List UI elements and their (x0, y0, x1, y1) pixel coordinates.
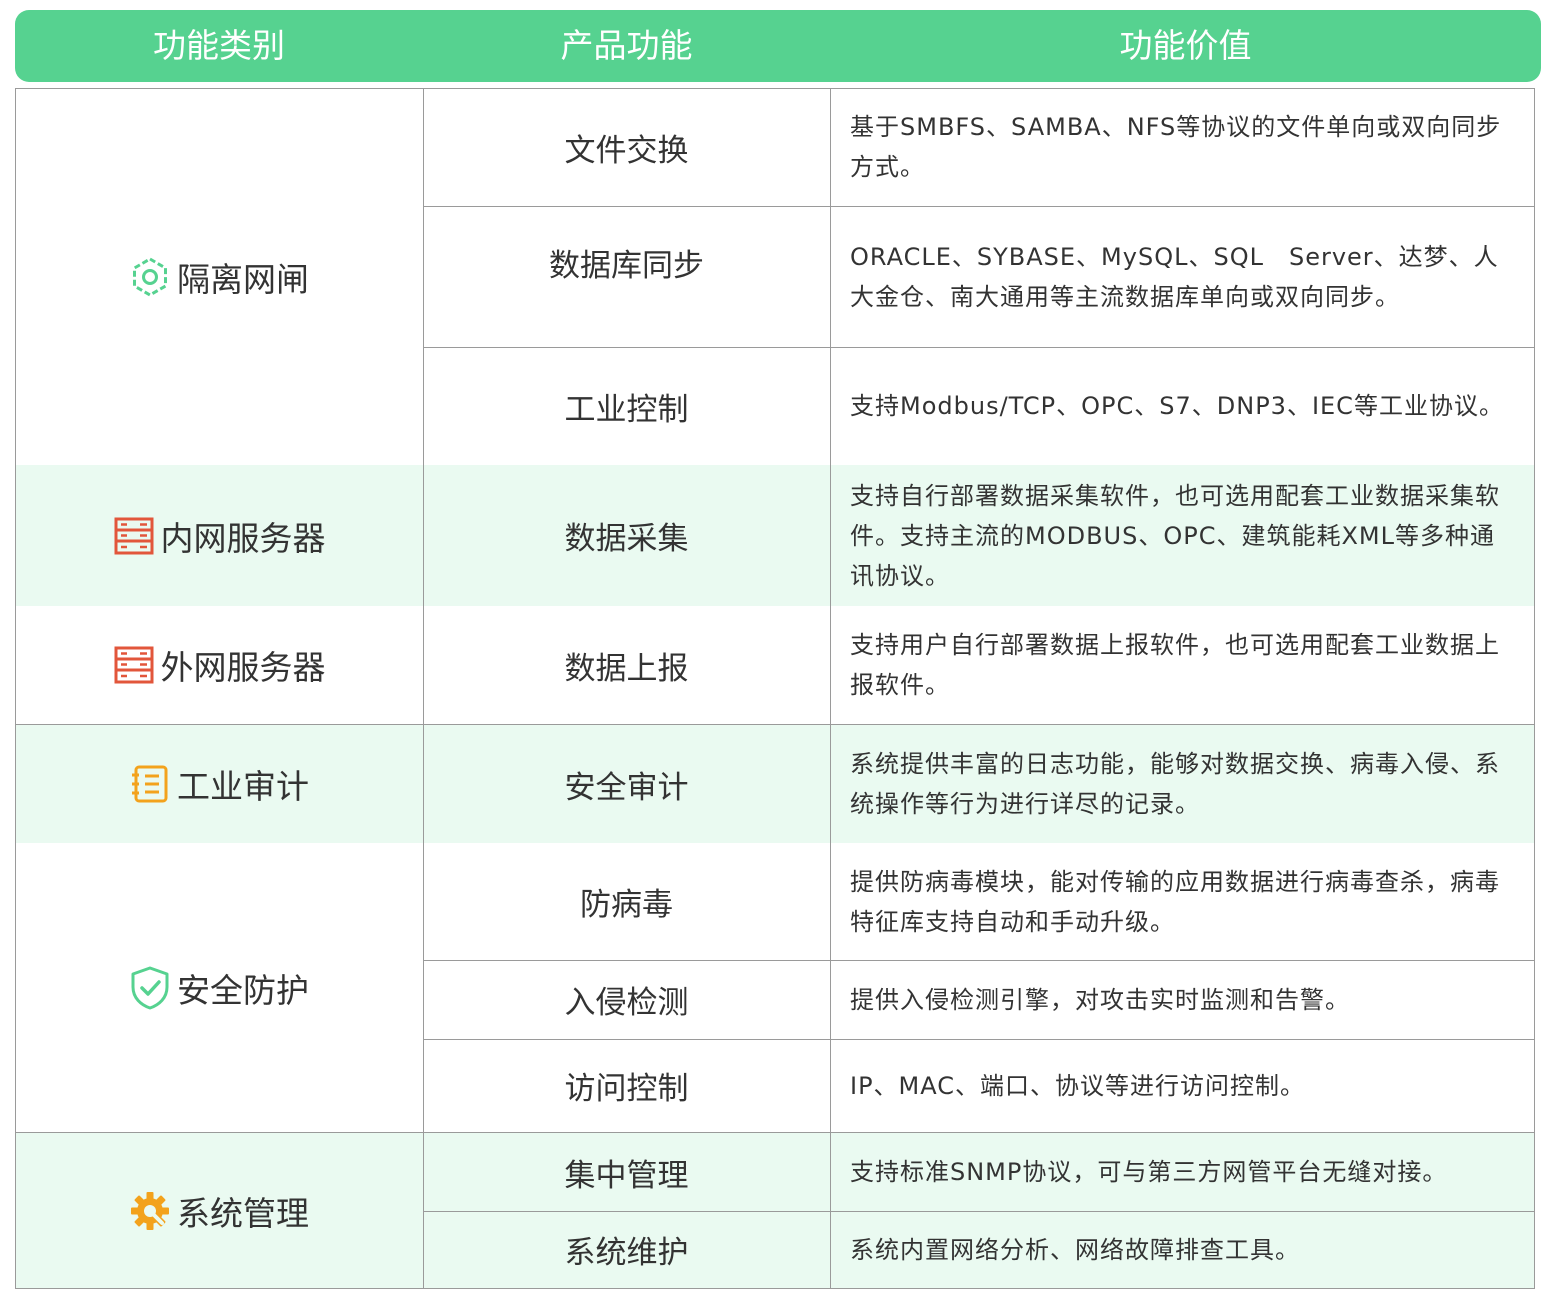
value-cell: 系统内置网络分析、网络故障排查工具。 (850, 1235, 1300, 1264)
audit-list-icon (129, 763, 171, 805)
feature-cell: 数据上报 (564, 650, 689, 687)
value-cell: 提供防病毒模块，能对传输的应用数据进行病毒查杀，病毒特征库支持自动和手动升级。 (850, 867, 1500, 936)
category-external-server: 外网服务器 (15, 606, 423, 724)
category-internal-server: 内网服务器 (15, 465, 423, 606)
value-cell: IP、MAC、端口、协议等进行访问控制。 (850, 1071, 1306, 1100)
gear-wrench-icon (129, 1190, 171, 1232)
category-label: 内网服务器 (160, 518, 326, 558)
category-gatekeeper: 隔离网闸 (15, 88, 423, 465)
category-label: 隔离网闸 (177, 259, 309, 299)
value-cell: 支持Modbus/TCP、OPC、S7、DNP3、IEC等工业协议。 (850, 392, 1504, 420)
value-cell: ORACLE、SYBASE、MySQL、SQL Server、达梦、人大金仓、南… (850, 242, 1499, 311)
header-value: 功能价值 (1119, 26, 1252, 65)
feature-cell: 系统维护 (564, 1235, 689, 1271)
category-security: 安全防护 (15, 843, 423, 1132)
header-category: 功能类别 (153, 26, 285, 65)
category-label: 系统管理 (177, 1193, 309, 1233)
value-cell: 系统提供丰富的日志功能，能够对数据交换、病毒入侵、系统操作等行为进行详尽的记录。 (850, 750, 1500, 818)
value-cell: 支持标准SNMP协议，可与第三方网管平台无缝对接。 (850, 1158, 1448, 1186)
feature-cell: 数据采集 (564, 521, 689, 557)
value-cell: 基于SMBFS、SAMBA、NFS等协议的文件单向或双向同步方式。 (850, 113, 1502, 181)
category-audit: 工业审计 (15, 725, 423, 843)
feature-cell: 集中管理 (564, 1157, 689, 1194)
feature-cell: 访问控制 (564, 1071, 689, 1107)
value-cell: 提供入侵检测引擎，对攻击实时监测和告警。 (850, 985, 1350, 1014)
feature-table: 隔离网闸 内网服务器 外网服务器 工业审计 安全防护 系统管理 文件交换 数据库… (15, 88, 1535, 1289)
hexagon-gear-icon (129, 256, 171, 298)
server-rack-icon (113, 644, 155, 686)
feature-cell: 数据库同步 (549, 248, 704, 284)
server-rack-icon (113, 515, 155, 557)
category-label: 工业审计 (177, 767, 309, 806)
header-feature: 产品功能 (560, 26, 693, 65)
value-cell: 支持自行部署数据采集软件，也可选用配套工业数据采集软件。支持主流的MODBUS、… (850, 481, 1500, 590)
category-label: 安全防护 (177, 970, 309, 1010)
category-management: 系统管理 (15, 1133, 423, 1288)
feature-cell: 安全审计 (564, 769, 689, 806)
category-label: 外网服务器 (160, 648, 326, 687)
feature-cell: 防病毒 (580, 887, 673, 923)
feature-cell: 工业控制 (564, 391, 689, 428)
value-cell: 支持用户自行部署数据上报软件，也可选用配套工业数据上报软件。 (850, 631, 1500, 699)
table-header: 功能类别 产品功能 功能价值 (15, 10, 1541, 82)
feature-cell: 入侵检测 (564, 985, 689, 1021)
shield-check-icon (129, 966, 171, 1009)
feature-cell: 文件交换 (564, 132, 689, 169)
